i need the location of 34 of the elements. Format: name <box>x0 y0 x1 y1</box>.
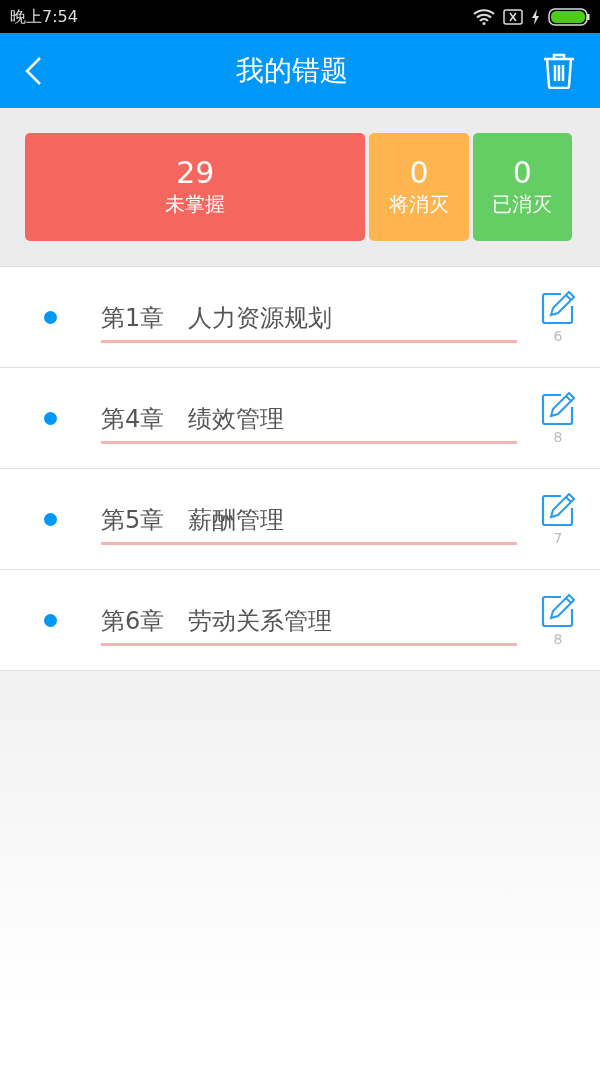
edit-icon[interactable] <box>541 594 575 628</box>
chapter-row[interactable]: 第1章 人力资源规划 6 <box>0 267 600 368</box>
delete-button[interactable] <box>542 52 576 89</box>
chapter-row[interactable]: 第6章 劳动关系管理 8 <box>0 570 600 671</box>
edit-icon[interactable] <box>541 493 575 527</box>
chapter-title: 第6章 劳动关系管理 <box>101 602 517 646</box>
stat-count: 0 <box>512 155 532 189</box>
chapter-row[interactable]: 第5章 薪酬管理 7 <box>0 469 600 570</box>
stat-label: 已消灭 <box>492 190 553 218</box>
chapter-title: 第5章 薪酬管理 <box>101 501 517 545</box>
stat-count: 0 <box>409 155 429 189</box>
question-count: 6 <box>553 329 563 343</box>
charging-icon <box>531 8 540 25</box>
bullet-icon <box>44 411 57 425</box>
bullet-icon <box>44 310 57 324</box>
chapter-row[interactable]: 第4章 绩效管理 8 <box>0 368 600 469</box>
chapter-title: 第1章 人力资源规划 <box>101 299 517 343</box>
battery-icon <box>548 7 590 26</box>
stat-label: 将消灭 <box>389 190 450 218</box>
back-button[interactable] <box>24 55 42 86</box>
bullet-icon <box>44 512 57 526</box>
sim-icon <box>503 8 523 25</box>
question-count: 8 <box>553 430 563 444</box>
question-count: 7 <box>553 531 563 545</box>
stat-count: 29 <box>176 155 215 189</box>
wifi-icon <box>473 8 495 25</box>
edit-icon[interactable] <box>541 291 575 325</box>
bullet-icon <box>44 613 57 627</box>
status-time: 晚上7:54 <box>10 5 78 28</box>
stat-label: 未掌握 <box>165 190 226 218</box>
question-count: 8 <box>553 632 563 646</box>
chapter-title: 第4章 绩效管理 <box>101 400 517 444</box>
edit-icon[interactable] <box>541 392 575 426</box>
page-title: 我的错题 <box>236 53 348 88</box>
